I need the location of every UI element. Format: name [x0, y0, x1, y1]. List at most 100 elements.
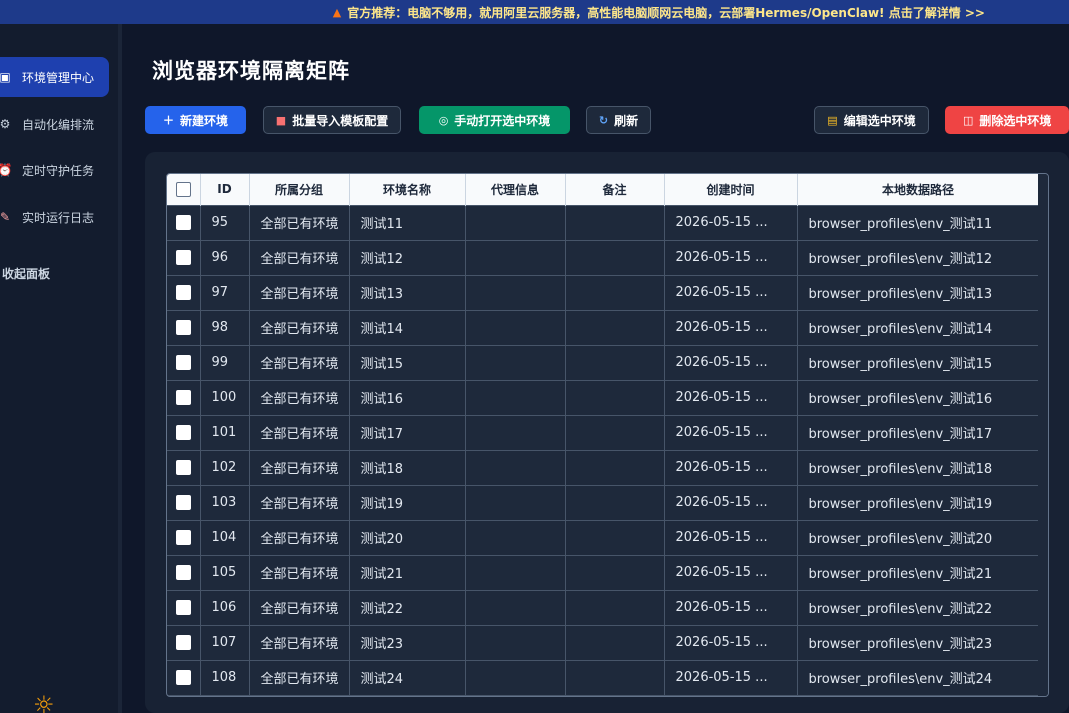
cell-id: 95: [200, 204, 250, 240]
select-all-checkbox-cell[interactable]: [167, 174, 201, 205]
cell-id: 96: [200, 239, 250, 275]
cell-group: 全部已有环境: [249, 204, 350, 240]
cell-id: 104: [200, 519, 250, 555]
column-header-env-name[interactable]: 环境名称: [349, 174, 466, 205]
table-row[interactable]: 105 全部已有环境 测试21 2026-05-15 ... browser_profi…: [167, 554, 1040, 590]
row-checkbox-cell[interactable]: [167, 484, 201, 520]
cell-group: 全部已有环境: [249, 449, 350, 485]
table-row[interactable]: 95 全部已有环境 测试11 2026-05-15 ... browser_profil…: [167, 204, 1040, 240]
table-row[interactable]: 101 全部已有环境 测试17 2026-05-15 ... browser_profi…: [167, 414, 1040, 450]
sidebar-item-automation[interactable]: ⚙ 自动化编排流: [0, 104, 109, 144]
table-row[interactable]: 102 全部已有环境 测试18 2026-05-15 ... browser_profi…: [167, 449, 1040, 485]
row-checkbox-cell[interactable]: [167, 554, 201, 590]
cell-proxy: [465, 484, 566, 520]
table-row[interactable]: 108 全部已有环境 测试24 2026-05-15 ... browser_profi…: [167, 659, 1040, 695]
row-checkbox-cell[interactable]: [167, 624, 201, 660]
row-checkbox[interactable]: [175, 355, 191, 370]
table-row[interactable]: [167, 694, 1040, 696]
cell-data-path: browser_profiles\env_测试17: [797, 414, 1040, 450]
table-row[interactable]: 96 全部已有环境 测试12 2026-05-15 ... browser_profil…: [167, 239, 1040, 275]
sidebar-item-env-center[interactable]: ▣ 环境管理中心: [0, 57, 109, 97]
cell-proxy: [465, 449, 566, 485]
new-environment-button[interactable]: ＋ 新建环境: [145, 106, 246, 134]
row-checkbox[interactable]: [175, 285, 191, 300]
row-checkbox[interactable]: [175, 670, 191, 685]
column-header-remark[interactable]: 备注: [565, 174, 665, 205]
cell-remark: [565, 554, 665, 590]
cell-created-time: 2026-05-15 ...: [664, 554, 798, 590]
cell-data-path: browser_profiles\env_测试16: [797, 379, 1040, 415]
row-checkbox[interactable]: [175, 495, 191, 510]
cell-data-path: browser_profiles\env_测试12: [797, 239, 1040, 275]
table-scrollbar[interactable]: [1038, 174, 1048, 696]
cell-env-name: 测试24: [349, 659, 466, 695]
memo-icon: ✎: [0, 210, 11, 224]
table-row[interactable]: 100 全部已有环境 测试16 2026-05-15 ... browser_profi…: [167, 379, 1040, 415]
row-checkbox-cell[interactable]: [167, 659, 201, 695]
sidebar-item-scheduled-tasks[interactable]: ⏰ 定时守护任务: [0, 150, 109, 190]
row-checkbox[interactable]: [175, 390, 191, 405]
row-checkbox-cell[interactable]: [167, 204, 201, 240]
row-checkbox-cell[interactable]: [167, 309, 201, 345]
row-checkbox-cell[interactable]: [167, 379, 201, 415]
cell-group: 全部已有环境: [249, 239, 350, 275]
row-checkbox[interactable]: [175, 635, 191, 650]
table-row[interactable]: 104 全部已有环境 测试20 2026-05-15 ... browser_profi…: [167, 519, 1040, 555]
edit-selected-button[interactable]: ▤ 编辑选中环境: [814, 106, 929, 134]
cell-group: 全部已有环境: [249, 379, 350, 415]
refresh-button[interactable]: ↻ 刷新: [586, 106, 651, 134]
cell-env-name: 测试19: [349, 484, 466, 520]
page-title: 浏览器环境隔离矩阵: [152, 59, 350, 83]
select-all-checkbox[interactable]: [175, 181, 191, 197]
row-checkbox[interactable]: [175, 600, 191, 615]
delete-selected-button[interactable]: ◫ 删除选中环境: [945, 106, 1069, 134]
cell-id: 100: [200, 379, 250, 415]
column-header-created-time[interactable]: 创建时间: [664, 174, 798, 205]
row-checkbox[interactable]: [175, 215, 191, 230]
row-checkbox-cell[interactable]: [167, 414, 201, 450]
sun-icon[interactable]: ☼: [33, 693, 55, 713]
row-checkbox[interactable]: [175, 250, 191, 265]
cell-remark: [565, 344, 665, 380]
row-checkbox-cell[interactable]: [167, 239, 201, 275]
cell-id: 102: [200, 449, 250, 485]
table-row[interactable]: 97 全部已有环境 测试13 2026-05-15 ... browser_profil…: [167, 274, 1040, 310]
column-header-id[interactable]: ID: [200, 174, 250, 205]
environment-table: ID 所属分组 环境名称 代理信息 备注 创建时间 本地数据路径 95 全部已有环…: [167, 174, 1040, 696]
row-checkbox-cell[interactable]: [167, 694, 201, 696]
cell-env-name: 测试17: [349, 414, 466, 450]
batch-import-label: 批量导入模板配置: [292, 113, 389, 128]
column-header-group[interactable]: 所属分组: [249, 174, 350, 205]
cell-env-name: 测试21: [349, 554, 466, 590]
cell-proxy: [465, 414, 566, 450]
table-row[interactable]: 103 全部已有环境 测试19 2026-05-15 ... browser_profi…: [167, 484, 1040, 520]
row-checkbox-cell[interactable]: [167, 449, 201, 485]
batch-import-button[interactable]: ■ 批量导入模板配置: [263, 106, 401, 134]
promo-banner[interactable]: ▲ 官方推荐：电脑不够用，就用阿里云服务器，高性能电脑顺网云电脑，云部署Herm…: [0, 0, 1069, 24]
row-checkbox-cell[interactable]: [167, 589, 201, 625]
row-checkbox-cell[interactable]: [167, 344, 201, 380]
document-icon: ▤: [827, 113, 838, 127]
row-checkbox[interactable]: [175, 460, 191, 475]
table-row[interactable]: 107 全部已有环境 测试23 2026-05-15 ... browser_profi…: [167, 624, 1040, 660]
table-row[interactable]: 106 全部已有环境 测试22 2026-05-15 ... browser_profi…: [167, 589, 1040, 625]
promo-banner-text[interactable]: 官方推荐：电脑不够用，就用阿里云服务器，高性能电脑顺网云电脑，云部署Hermes…: [347, 4, 985, 21]
table-row[interactable]: 98 全部已有环境 测试14 2026-05-15 ... browser_profil…: [167, 309, 1040, 345]
column-header-data-path[interactable]: 本地数据路径: [797, 174, 1040, 205]
cell-created-time: 2026-05-15 ...: [664, 659, 798, 695]
row-checkbox[interactable]: [175, 565, 191, 580]
row-checkbox[interactable]: [175, 320, 191, 335]
cell-env-name: 测试14: [349, 309, 466, 345]
column-header-proxy[interactable]: 代理信息: [465, 174, 566, 205]
collapse-panel-button[interactable]: 收起面板: [0, 253, 109, 293]
globe-icon: ◎: [438, 113, 449, 127]
sidebar-item-logs[interactable]: ✎ 实时运行日志: [0, 197, 109, 237]
cell-group: 全部已有环境: [249, 344, 350, 380]
row-checkbox-cell[interactable]: [167, 519, 201, 555]
table-row[interactable]: 99 全部已有环境 测试15 2026-05-15 ... browser_profil…: [167, 344, 1040, 380]
row-checkbox[interactable]: [175, 425, 191, 440]
open-selected-button[interactable]: ◎ 手动打开选中环境: [419, 106, 570, 134]
cell-id: 105: [200, 554, 250, 590]
row-checkbox-cell[interactable]: [167, 274, 201, 310]
row-checkbox[interactable]: [175, 530, 191, 545]
